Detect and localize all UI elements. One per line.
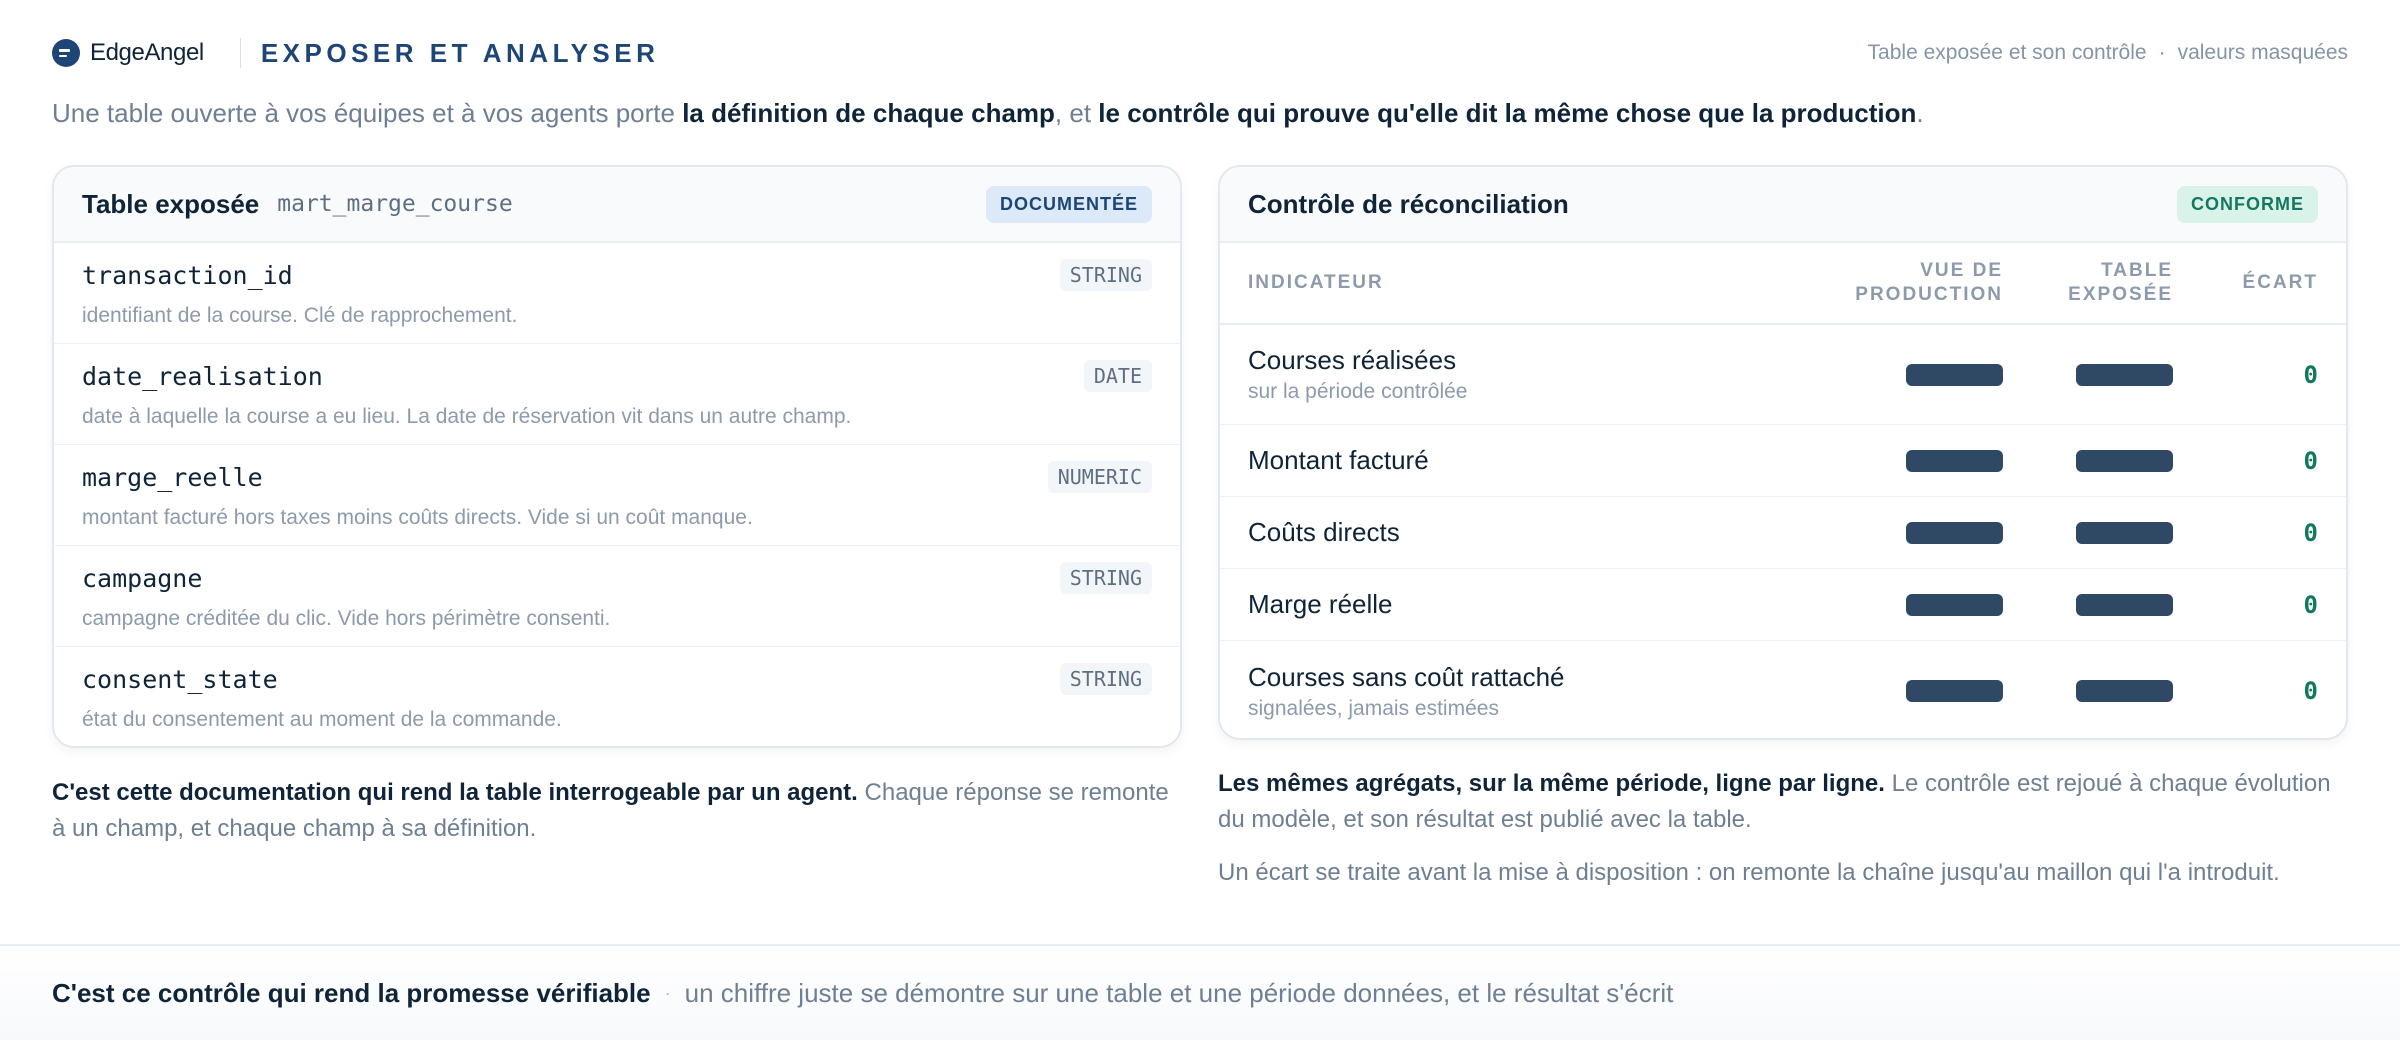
indicator-sublabel: signalées, jamais estimées [1248,696,1499,720]
divider [239,38,241,68]
indicator-sublabel: sur la période contrôlée [1248,380,1468,403]
masked-value [1906,593,2003,616]
footer-separator: · [664,982,671,1003]
column-header-line: VUE DE [1920,260,2003,281]
reconciliation-card: Contrôle de réconciliation CONFORME INDI… [1218,165,2348,740]
gap-value: 0 [2303,518,2318,547]
masked-value [2076,449,2173,472]
indicator-label: Montant facturé [1248,445,1429,475]
column-header-line: EXPOSÉE [2068,284,2173,305]
table-row[interactable]: Montant facturé 0 [1220,425,2346,497]
meta-masked-label: valeurs masquées [2177,41,2348,64]
footer-banner: C'est ce contrôle qui rend la promesse v… [0,944,2400,1040]
masked-value [1906,680,2003,702]
table-name: mart_marge_course [277,191,513,217]
header-meta: Table exposée et son contrôle · valeurs … [1868,41,2348,65]
gap-value: 0 [2303,446,2318,475]
column-header-line: PRODUCTION [1855,284,2003,305]
masked-value [2076,521,2173,544]
column-header-line: TABLE [2101,260,2173,281]
field-list: transaction_id STRING identifiant de la … [54,243,1180,746]
gap-value: 0 [2303,360,2318,389]
footer-text: un chiffre juste se démontre sur une tab… [684,977,1674,1008]
column-header-production: VUE DE PRODUCTION [1803,259,2003,307]
indicator-label: Marge réelle [1248,589,1393,619]
masked-value [2076,363,2173,386]
table-row[interactable]: Courses réalisées sur la période contrôl… [1220,325,2346,425]
field-type: STRING [1059,663,1152,695]
field-description: date à laquelle la course a eu lieu. La … [82,405,852,428]
documentation-caption: C'est cette documentation qui rend la ta… [52,775,1187,847]
edgeangel-logo-icon [52,39,80,67]
field-name: date_realisation [82,362,323,391]
gap-value: 0 [2303,590,2318,619]
card-header: Table exposée mart_marge_course DOCUMENT… [54,167,1180,243]
intro-part: Une table ouverte à vos équipes et à vos… [52,98,683,128]
brand[interactable]: EdgeAngel [52,39,204,67]
field-type: NUMERIC [1047,461,1152,493]
field-description: identifiant de la course. Clé de rapproc… [82,304,518,327]
masked-value [1906,363,2003,386]
column-header-exposed: TABLE EXPOSÉE [2003,259,2173,307]
masked-value [1906,449,2003,472]
card-header: Contrôle de réconciliation CONFORME [1220,167,2346,243]
intro-emphasis: la définition de chaque champ [682,98,1055,128]
field-type: DATE [1083,360,1152,392]
field-row[interactable]: transaction_id STRING identifiant de la … [54,243,1180,344]
masked-value [1906,521,2003,544]
exposed-table-card: Table exposée mart_marge_course DOCUMENT… [52,165,1182,748]
intro-emphasis: le contrôle qui prouve qu'elle dit la mê… [1098,98,1917,128]
meta-separator: · [2158,41,2166,64]
field-type: STRING [1059,259,1152,291]
field-name: transaction_id [82,261,293,290]
caption-emphasis: Les mêmes agrégats, sur la même période,… [1218,770,1885,797]
intro-part: . [1916,98,1924,128]
top-bar: EdgeAngel EXPOSER ET ANALYSER Table expo… [52,30,2348,76]
field-row[interactable]: campagne STRING campagne créditée du cli… [54,546,1180,647]
masked-value [2076,593,2173,616]
gap-value: 0 [2303,677,2318,705]
card-title: Table exposée [82,188,260,219]
indicator-label: Courses sans coût rattaché [1248,661,1565,692]
table-header: INDICATEUR VUE DE PRODUCTION TABLE EXPOS… [1220,243,2346,325]
indicator-label: Coûts directs [1248,517,1400,547]
intro-part: , et [1054,98,1099,128]
indicator-label: Courses réalisées [1248,345,1457,375]
field-description: campagne créditée du clic. Vide hors pér… [82,607,611,630]
field-row[interactable]: consent_state STRING état du consentemen… [54,647,1180,746]
field-type: STRING [1059,562,1152,594]
meta-table-label: Table exposée et son contrôle [1867,41,2147,64]
card-title: Contrôle de réconciliation [1248,188,1569,219]
reconciliation-note: Un écart se traite avant la mise à dispo… [1218,859,2280,886]
table-row[interactable]: Marge réelle 0 [1220,569,2346,641]
column-header-indicator: INDICATEUR [1248,272,1384,293]
table-row[interactable]: Courses sans coût rattaché signalées, ja… [1220,641,2346,738]
field-description: montant facturé hors taxes moins coûts d… [82,506,753,529]
intro-text: Une table ouverte à vos équipes et à vos… [52,98,1924,129]
brand-name: EdgeAngel [90,39,204,66]
column-header-gap: ÉCART [2242,272,2318,293]
field-row[interactable]: marge_reelle NUMERIC montant facturé hor… [54,445,1180,546]
masked-value [2076,680,2173,702]
reconciliation-caption: Les mêmes agrégats, sur la même période,… [1218,766,2353,838]
field-name: marge_reelle [82,463,263,492]
page-title: EXPOSER ET ANALYSER [260,37,660,68]
caption-emphasis: C'est cette documentation qui rend la ta… [52,779,858,806]
footer-emphasis: C'est ce contrôle qui rend la promesse v… [52,977,651,1008]
table-row[interactable]: Coûts directs 0 [1220,497,2346,569]
status-badge: DOCUMENTÉE [985,185,1152,223]
field-description: état du consentement au moment de la com… [82,708,562,731]
field-row[interactable]: date_realisation DATE date à laquelle la… [54,344,1180,445]
status-badge: CONFORME [2177,185,2318,223]
field-name: campagne [82,564,203,593]
field-name: consent_state [82,665,278,694]
